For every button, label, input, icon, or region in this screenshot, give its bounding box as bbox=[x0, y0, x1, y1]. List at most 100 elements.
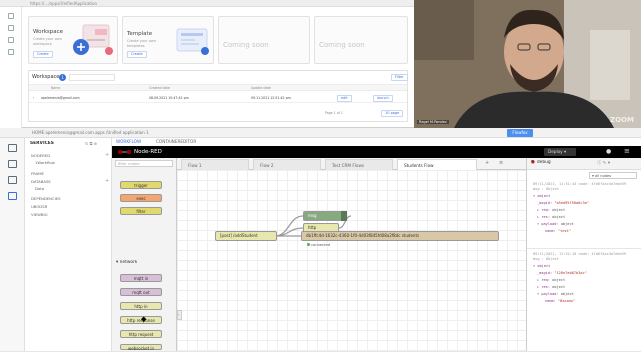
flow-tab-2[interactable]: Flow 2 bbox=[253, 159, 321, 170]
flow-canvas[interactable]: [post] /addStudent msg http db1ffc4d-163… bbox=[177, 170, 526, 351]
flow-list-icon[interactable]: ≡ bbox=[499, 160, 503, 166]
debug-message-2[interactable]: 09/11/2021, 11:52:10 node: 4fd6f4ac4a7eb… bbox=[527, 252, 641, 312]
nodered-header: Node-RED Deploy ▾ ● ≡ bbox=[112, 146, 641, 158]
debug-value: object bbox=[560, 222, 574, 226]
deploy-button[interactable]: Deploy ▾ bbox=[544, 148, 576, 156]
share-icon[interactable] bbox=[8, 192, 17, 200]
database-icon[interactable] bbox=[8, 160, 17, 168]
launch-button[interactable]: launch bbox=[373, 95, 393, 102]
flow-tab-label: Test CRM Flows bbox=[332, 163, 365, 168]
coming-soon-card-2: Coming soon bbox=[314, 16, 408, 64]
debug-meta: 09/11/2021, 11:51:44 node: 4fd6f4ac4a7eb… bbox=[533, 182, 626, 186]
service-workflow[interactable]: 1Workflow bbox=[35, 160, 55, 165]
flow-tab-crm[interactable]: Test CRM Flows bbox=[325, 159, 393, 170]
column-name: Name bbox=[51, 86, 61, 90]
template-card[interactable]: Template Create your own templates Creat… bbox=[122, 16, 214, 64]
edit-button[interactable]: edit bbox=[337, 95, 352, 102]
bottom-url-bar[interactable]: HOME apelemenia@gmail.com.apps /Unified … bbox=[0, 128, 641, 138]
folder-icon[interactable] bbox=[8, 176, 17, 184]
workspaces-count-badge: 1 bbox=[59, 74, 66, 81]
workspaces-search-input[interactable] bbox=[69, 74, 115, 81]
debug-key: ▸ req: bbox=[537, 208, 550, 212]
flow-tab-students[interactable]: Students Flow bbox=[397, 159, 477, 170]
debug-sidebar: 🐞 debug ⓘ ✎ ▾ ▾ all nodes 09/11/2021, 11… bbox=[526, 158, 641, 351]
debug-key: ▾ payload: bbox=[537, 222, 559, 226]
palette-section-network[interactable]: ▾ network bbox=[116, 260, 137, 265]
debug-key: name: bbox=[545, 229, 556, 233]
sidebar-tools-icons[interactable]: ⓘ ✎ ▾ bbox=[597, 160, 610, 166]
nodered-logo-icon bbox=[118, 150, 131, 154]
debug-toggle-icon[interactable] bbox=[341, 211, 347, 221]
palette-node-mqtt-in[interactable]: mqtt in bbox=[120, 274, 162, 282]
card-title: Template bbox=[127, 31, 153, 37]
home-icon[interactable] bbox=[8, 13, 14, 19]
webcam-feed: Ragel M.Pandev ZOOM bbox=[414, 0, 641, 128]
card-subtitle: Create your own templates bbox=[127, 39, 156, 48]
per-page-select[interactable]: 10 page bbox=[381, 110, 404, 117]
pager-text: Page 1 of 1 bbox=[325, 111, 343, 115]
row-expand-icon[interactable]: › bbox=[33, 96, 34, 100]
grid-icon[interactable] bbox=[8, 25, 14, 31]
flow-tabs: Flow 1 Flow 2 Test CRM Flows Students Fl… bbox=[177, 158, 526, 170]
debug-line: ▾ object bbox=[533, 194, 550, 198]
tab-containereditor[interactable]: CONTAINEREDITOR bbox=[156, 138, 196, 146]
top-left-rail bbox=[0, 7, 22, 128]
status-dot-icon bbox=[307, 243, 310, 246]
service-nodered[interactable]: NODERED bbox=[31, 153, 50, 158]
debug-value: object bbox=[552, 208, 566, 212]
create-template-button[interactable]: Create bbox=[127, 51, 147, 58]
add-flow-icon[interactable]: + bbox=[485, 160, 489, 166]
create-workspace-button[interactable]: Create bbox=[33, 51, 53, 58]
service-frame[interactable]: FRAME bbox=[31, 171, 44, 176]
palette-node-exec[interactable]: exec bbox=[120, 194, 162, 202]
flow-tab-1[interactable]: Flow 1 bbox=[181, 159, 249, 170]
settings-icon[interactable] bbox=[8, 49, 14, 55]
service-viewbig[interactable]: VIEWBIG bbox=[31, 212, 48, 217]
sidebar-tab-debug[interactable]: 🐞 debug bbox=[530, 160, 551, 165]
flow-node-mongodb[interactable]: db1ffc4d-1632c-4360-1f0-4d03f845fd08a2f8… bbox=[301, 231, 499, 241]
debug-filter-select[interactable]: ▾ all nodes bbox=[589, 172, 637, 179]
debug-message-1[interactable]: 09/11/2021, 11:51:44 node: 4fd6f4ac4a7eb… bbox=[527, 182, 641, 242]
services-toolbar-icons[interactable]: ↻ ⧉ ⊕ bbox=[85, 141, 97, 146]
user-icon[interactable]: ● bbox=[606, 148, 611, 155]
debug-key: _msgid: bbox=[537, 201, 553, 205]
palette-node-websocket-in[interactable]: websocket in bbox=[120, 344, 162, 351]
palette-node-label: websocket in bbox=[127, 346, 155, 351]
table-row[interactable]: › apelemenia@gmail.com 08.09.2021 10:47:… bbox=[29, 93, 407, 103]
filter-button[interactable]: Filter bbox=[391, 74, 408, 81]
add-database-icon[interactable]: + bbox=[105, 178, 109, 184]
palette-collapse-icon[interactable]: ‹ bbox=[177, 310, 182, 320]
row-name: apelemenia@gmail.com bbox=[41, 96, 80, 100]
debug-time: 09/11/2021, 11:52:10 bbox=[533, 252, 577, 256]
add-service-icon[interactable]: + bbox=[105, 152, 109, 158]
flow-node-msg[interactable]: msg bbox=[303, 211, 345, 221]
palette-node-http-request[interactable]: http request bbox=[120, 330, 162, 338]
status-label: connected bbox=[311, 243, 330, 247]
service-data[interactable]: Data bbox=[35, 186, 44, 191]
palette-node-mqtt-out[interactable]: mqtt out bbox=[120, 288, 162, 296]
coming-soon-card-1: Coming soon bbox=[218, 16, 310, 64]
mongodb-status: connected bbox=[307, 243, 330, 247]
workspace-card[interactable]: Workspace Create your own workspace Crea… bbox=[28, 16, 118, 64]
service-dependencies[interactable]: DEPENDENCIES bbox=[31, 196, 61, 201]
column-created: Created date bbox=[149, 86, 170, 90]
debug-divider bbox=[527, 248, 641, 249]
palette-node-http-in[interactable]: http in bbox=[120, 302, 162, 310]
row-updated: 09.11.2021 12:51:42 pm bbox=[251, 96, 291, 100]
service-database[interactable]: DATABASE bbox=[31, 179, 51, 184]
palette-node-filter[interactable]: filter bbox=[120, 207, 162, 215]
mouse-cursor-icon: ◆ bbox=[141, 315, 147, 323]
folder-icon[interactable] bbox=[8, 37, 14, 43]
flow-node-http-in[interactable]: [post] /addStudent bbox=[215, 231, 277, 241]
open-app-button[interactable]: Flowfox bbox=[507, 129, 533, 137]
palette-filter-input[interactable]: filter nodes bbox=[115, 160, 173, 167]
table-header: Name Created date Update date bbox=[29, 84, 407, 91]
palette-node-trigger[interactable]: trigger bbox=[120, 181, 162, 189]
service-ubodsr[interactable]: UBODSR bbox=[31, 204, 47, 209]
top-browser-window: https://…/apps/UnifiedApplication Worksp… bbox=[0, 0, 414, 128]
home-icon[interactable] bbox=[8, 144, 17, 152]
menu-icon[interactable]: ≡ bbox=[624, 147, 630, 155]
debug-node: node: 4fd6f4ac4a7ebe59 bbox=[578, 252, 627, 256]
bottom-browser-window: HOME apelemenia@gmail.com.apps /Unified … bbox=[0, 128, 641, 351]
top-url-bar[interactable]: https://…/apps/UnifiedApplication bbox=[0, 0, 414, 7]
